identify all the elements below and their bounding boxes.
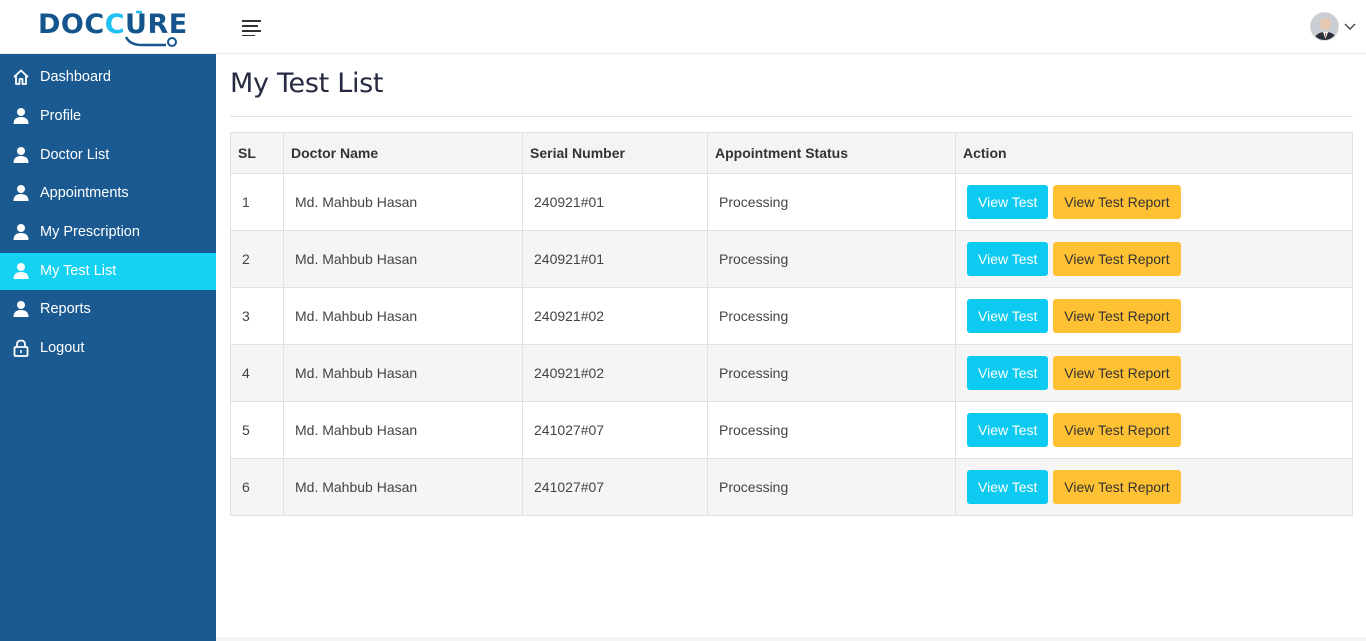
user-menu[interactable]	[1310, 12, 1356, 41]
stethoscope-icon	[124, 10, 177, 47]
user-icon	[13, 301, 29, 317]
view-test-button[interactable]: View Test	[967, 185, 1049, 219]
cell-action: View Test View Test Report	[955, 287, 1353, 345]
cell-action: View Test View Test Report	[955, 458, 1353, 516]
cell-action: View Test View Test Report	[955, 344, 1353, 402]
top-header: DOCCURE	[0, 0, 1366, 54]
chevron-down-icon	[1344, 23, 1356, 30]
sidebar-item-profile[interactable]: Profile	[0, 98, 216, 135]
cell-action: View Test View Test Report	[955, 173, 1353, 231]
cell-doctor-name: Md. Mahbub Hasan	[283, 344, 523, 402]
sidebar-item-my-prescription[interactable]: My Prescription	[0, 214, 216, 251]
cell-serial-number: 241027#07	[522, 458, 708, 516]
lock-icon	[13, 339, 29, 357]
avatar	[1310, 12, 1339, 41]
view-test-button[interactable]: View Test	[967, 299, 1049, 333]
cell-action: View Test View Test Report	[955, 230, 1353, 288]
sidebar: Dashboard Profile Doctor List Appointmen…	[0, 54, 216, 641]
cell-appointment-status: Processing	[707, 344, 956, 402]
sidebar-item-dashboard[interactable]: Dashboard	[0, 59, 216, 96]
cell-sl: 5	[230, 401, 284, 459]
table-row: 1 Md. Mahbub Hasan 240921#01 Processing …	[230, 173, 1353, 231]
sidebar-item-label: Dashboard	[40, 69, 111, 85]
cell-appointment-status: Processing	[707, 173, 956, 231]
cell-action: View Test View Test Report	[955, 401, 1353, 459]
user-icon	[13, 147, 29, 163]
cell-doctor-name: Md. Mahbub Hasan	[283, 401, 523, 459]
cell-sl: 1	[230, 173, 284, 231]
table-header-row: SL Doctor Name Serial Number Appointment…	[230, 132, 1353, 174]
doccure-logo[interactable]: DOCCURE	[38, 8, 187, 48]
view-test-button[interactable]: View Test	[967, 242, 1049, 276]
cell-appointment-status: Processing	[707, 287, 956, 345]
view-test-report-button[interactable]: View Test Report	[1053, 299, 1181, 333]
page-title: My Test List	[230, 68, 384, 99]
table-row: 4 Md. Mahbub Hasan 240921#02 Processing …	[230, 344, 1353, 402]
cell-sl: 6	[230, 458, 284, 516]
column-header-sl: SL	[230, 132, 284, 174]
user-icon	[13, 185, 29, 201]
sidebar-item-doctor-list[interactable]: Doctor List	[0, 137, 216, 174]
sidebar-item-label: Doctor List	[40, 147, 110, 163]
sidebar-item-label: Logout	[40, 340, 85, 356]
sidebar-item-label: Profile	[40, 108, 82, 124]
view-test-report-button[interactable]: View Test Report	[1053, 413, 1181, 447]
view-test-report-button[interactable]: View Test Report	[1053, 185, 1181, 219]
footer-divider	[216, 637, 1366, 641]
title-divider	[230, 116, 1353, 117]
sidebar-item-reports[interactable]: Reports	[0, 291, 216, 328]
user-icon	[13, 224, 29, 240]
cell-appointment-status: Processing	[707, 458, 956, 516]
column-header-appointment-status: Appointment Status	[707, 132, 956, 174]
view-test-report-button[interactable]: View Test Report	[1053, 356, 1181, 390]
view-test-report-button[interactable]: View Test Report	[1053, 470, 1181, 504]
table-row: 5 Md. Mahbub Hasan 241027#07 Processing …	[230, 401, 1353, 459]
sidebar-item-label: Reports	[40, 301, 91, 317]
view-test-button[interactable]: View Test	[967, 413, 1049, 447]
cell-serial-number: 240921#01	[522, 230, 708, 288]
view-test-button[interactable]: View Test	[967, 470, 1049, 504]
sidebar-item-appointments[interactable]: Appointments	[0, 175, 216, 212]
cell-doctor-name: Md. Mahbub Hasan	[283, 458, 523, 516]
menu-icon	[242, 20, 261, 37]
table-row: 6 Md. Mahbub Hasan 241027#07 Processing …	[230, 458, 1353, 516]
column-header-doctor-name: Doctor Name	[283, 132, 523, 174]
column-header-serial-number: Serial Number	[522, 132, 708, 174]
view-test-report-button[interactable]: View Test Report	[1053, 242, 1181, 276]
cell-sl: 2	[230, 230, 284, 288]
user-icon	[13, 263, 29, 279]
sidebar-item-label: Appointments	[40, 185, 129, 201]
cell-appointment-status: Processing	[707, 401, 956, 459]
table-row: 3 Md. Mahbub Hasan 240921#02 Processing …	[230, 287, 1353, 345]
sidebar-item-label: My Prescription	[40, 224, 140, 240]
sidebar-item-logout[interactable]: Logout	[0, 330, 216, 367]
view-test-button[interactable]: View Test	[967, 356, 1049, 390]
cell-serial-number: 240921#02	[522, 344, 708, 402]
cell-doctor-name: Md. Mahbub Hasan	[283, 173, 523, 231]
sidebar-toggle-button[interactable]	[242, 18, 262, 37]
table-row: 2 Md. Mahbub Hasan 240921#01 Processing …	[230, 230, 1353, 288]
test-list-table: SL Doctor Name Serial Number Appointment…	[230, 132, 1353, 516]
cell-doctor-name: Md. Mahbub Hasan	[283, 287, 523, 345]
cell-doctor-name: Md. Mahbub Hasan	[283, 230, 523, 288]
cell-serial-number: 241027#07	[522, 401, 708, 459]
column-header-action: Action	[955, 132, 1353, 174]
home-icon	[13, 69, 29, 85]
cell-sl: 3	[230, 287, 284, 345]
cell-serial-number: 240921#01	[522, 173, 708, 231]
cell-appointment-status: Processing	[707, 230, 956, 288]
user-icon	[13, 108, 29, 124]
cell-serial-number: 240921#02	[522, 287, 708, 345]
sidebar-item-label: My Test List	[40, 263, 117, 279]
sidebar-item-my-test-list[interactable]: My Test List	[0, 253, 216, 290]
cell-sl: 4	[230, 344, 284, 402]
